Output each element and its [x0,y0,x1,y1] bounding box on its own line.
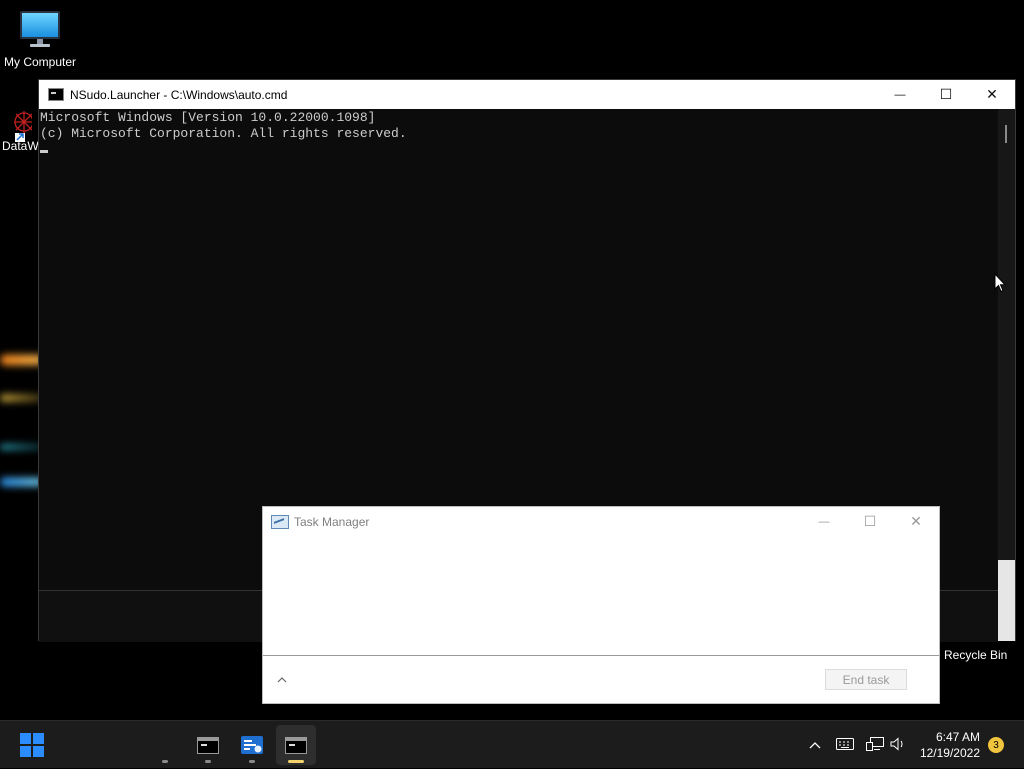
scrollbar-thumb[interactable] [1005,125,1007,143]
task-manager-title: Task Manager [294,514,370,529]
network-button[interactable] [866,736,884,754]
close-icon: ✕ [986,86,998,102]
volume-button[interactable] [890,736,906,754]
notification-badge[interactable]: 3 [988,737,1004,753]
maximize-button[interactable]: ☐ [923,80,969,109]
desktop-icon-my-computer[interactable]: My Computer [2,10,78,69]
console-line: (c) Microsoft Corporation. All rights re… [40,126,407,141]
cmd-app-icon [48,88,64,101]
taskbar-indicator [249,760,255,763]
taskbar-item-cmd[interactable] [188,725,228,765]
taskbar-item-task-manager[interactable] [232,725,272,765]
desktop-icon-label: Recycle Bin [944,648,1008,662]
minimize-icon: — [818,515,830,528]
minimize-icon: — [894,88,906,101]
task-manager-icon [241,736,263,754]
network-icon [866,736,884,751]
tray-overflow-button[interactable] [806,741,824,749]
keyboard-button[interactable] [836,737,854,753]
task-manager-footer: End task [263,655,939,704]
task-manager-title-bar[interactable]: Task Manager — ☐ ✕ [263,507,939,536]
more-details-button[interactable] [275,673,289,687]
chevron-up-icon [809,741,821,748]
close-button[interactable]: ✕ [893,507,939,536]
taskbar-indicator [162,760,168,763]
system-tray [806,721,906,769]
mouse-pointer-icon [994,273,1006,293]
cmd-window-title: NSudo.Launcher - C:\Windows\auto.cmd [70,87,288,102]
minimize-button[interactable]: — [801,507,847,536]
taskbar-item-cmd-active[interactable] [276,725,316,765]
clock-time: 6:47 AM [935,730,980,744]
scrollbar-track-lower [998,560,1015,641]
clock-date: 12/19/2022 [919,746,980,760]
console-line: Microsoft Windows [Version 10.0.22000.10… [40,110,376,125]
keyboard-icon [836,737,854,750]
maximize-button[interactable]: ☐ [847,507,893,536]
text-cursor [40,150,48,153]
maximize-icon: ☐ [863,513,877,529]
desktop-icon-dataw[interactable]: DataW [2,108,39,153]
end-task-button[interactable]: End task [825,669,907,690]
minimize-button[interactable]: — [877,80,923,109]
desktop-icon-recycle-bin[interactable]: Recycle Bin [944,646,1024,662]
volume-icon [890,736,903,751]
windows-logo-icon [20,733,44,757]
task-manager-app-icon [271,514,289,529]
task-manager-window[interactable]: Task Manager — ☐ ✕ End task [262,506,940,704]
cmd-icon [285,736,307,754]
taskbar-indicator-active [288,760,304,763]
taskbar-clock[interactable]: 6:47 AM 12/19/2022 [920,729,980,761]
chevron-up-icon [277,677,287,683]
taskbar-indicator [205,760,211,763]
cmd-title-bar[interactable]: NSudo.Launcher - C:\Windows\auto.cmd — ☐… [39,80,1015,109]
close-button[interactable]: ✕ [969,80,1015,109]
maximize-icon: ☐ [939,86,953,102]
start-button[interactable] [12,725,52,765]
close-icon: ✕ [910,513,922,529]
desktop-icon-label: DataW [2,139,39,153]
taskbar-item-hidden[interactable] [145,725,185,765]
shortcut-icon [14,111,34,142]
taskbar: 6:47 AM 12/19/2022 3 [0,720,1024,768]
cmd-icon [197,736,219,754]
desktop-icon-label: My Computer [3,55,77,69]
monitor-icon [20,11,60,47]
